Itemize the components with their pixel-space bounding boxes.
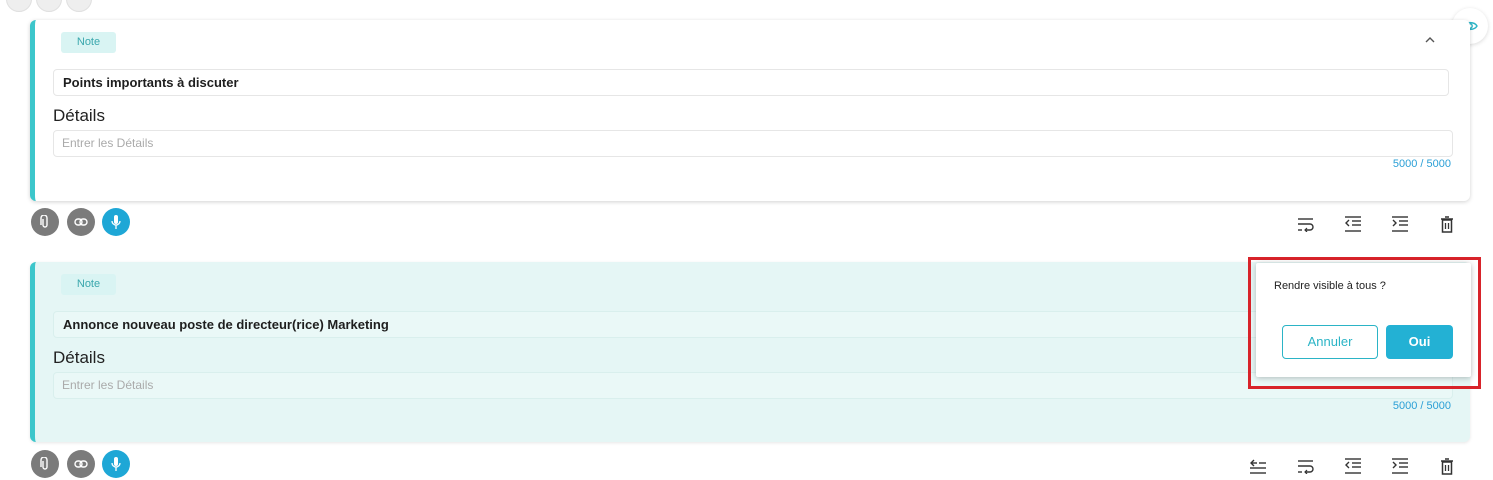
microphone-icon — [111, 215, 121, 229]
note-card: Note Points importants à discuter Détail… — [30, 20, 1470, 201]
top-circle-2 — [36, 0, 62, 12]
microphone-icon — [111, 457, 121, 471]
link-button[interactable] — [67, 450, 95, 478]
microphone-button[interactable] — [102, 208, 130, 236]
character-counter: 5000 / 5000 — [1392, 400, 1451, 412]
indent-icon[interactable] — [1390, 214, 1410, 234]
note-tag: Note — [61, 32, 116, 53]
link-icon — [74, 460, 88, 468]
align-icon[interactable] — [1248, 456, 1268, 476]
details-input[interactable]: Entrer les Détails — [53, 372, 1453, 399]
character-counter: 5000 / 5000 — [1392, 158, 1451, 170]
paperclip-icon — [40, 215, 48, 228]
chevron-up-icon[interactable] — [1423, 32, 1437, 46]
indent-icon[interactable] — [1390, 456, 1410, 476]
note-tag: Note — [61, 274, 116, 295]
outdent-icon[interactable] — [1343, 456, 1363, 476]
popup-question: Rendre visible à tous ? — [1274, 280, 1386, 292]
attachment-button[interactable] — [31, 450, 59, 478]
outdent-icon[interactable] — [1343, 214, 1363, 234]
note-title-input[interactable]: Points importants à discuter — [53, 69, 1449, 96]
microphone-button[interactable] — [102, 450, 130, 478]
wrap-text-icon[interactable] — [1296, 214, 1316, 234]
trash-icon[interactable] — [1437, 214, 1457, 234]
trash-icon[interactable] — [1437, 456, 1457, 476]
visibility-confirm-popover: Rendre visible à tous ? Annuler Oui — [1256, 263, 1471, 377]
link-button[interactable] — [67, 208, 95, 236]
link-icon — [74, 218, 88, 226]
paperclip-icon — [40, 457, 48, 470]
details-label: Détails — [53, 106, 105, 125]
details-input[interactable]: Entrer les Détails — [53, 130, 1453, 157]
cancel-button[interactable]: Annuler — [1282, 325, 1378, 359]
confirm-button[interactable]: Oui — [1386, 325, 1453, 359]
attachment-button[interactable] — [31, 208, 59, 236]
top-circle-3 — [66, 0, 92, 12]
details-label: Détails — [53, 348, 105, 367]
top-circle-1 — [6, 0, 32, 12]
note-title-input[interactable]: Annonce nouveau poste de directeur(rice)… — [53, 311, 1449, 338]
wrap-text-icon[interactable] — [1296, 456, 1316, 476]
